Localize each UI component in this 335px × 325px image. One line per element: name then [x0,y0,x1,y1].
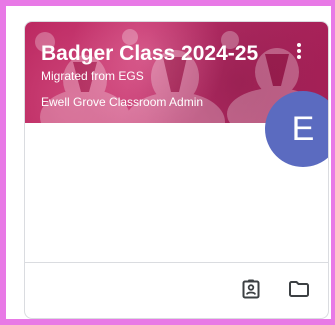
class-card[interactable]: Badger Class 2024-25 Migrated from EGS E… [24,21,329,319]
class-title[interactable]: Badger Class 2024-25 [41,42,281,66]
class-owner[interactable]: Ewell Grove Classroom Admin [41,95,203,109]
card-footer-divider [25,262,328,263]
owner-avatar[interactable]: E [265,91,328,167]
more-options-button[interactable] [289,40,309,62]
open-class-folder-button[interactable] [287,277,311,301]
open-your-work-button[interactable] [239,277,263,301]
more-vertical-icon [297,43,301,47]
folder-icon [289,281,309,297]
class-section: Migrated from EGS [41,69,144,83]
assignment-ind-icon [242,279,260,299]
